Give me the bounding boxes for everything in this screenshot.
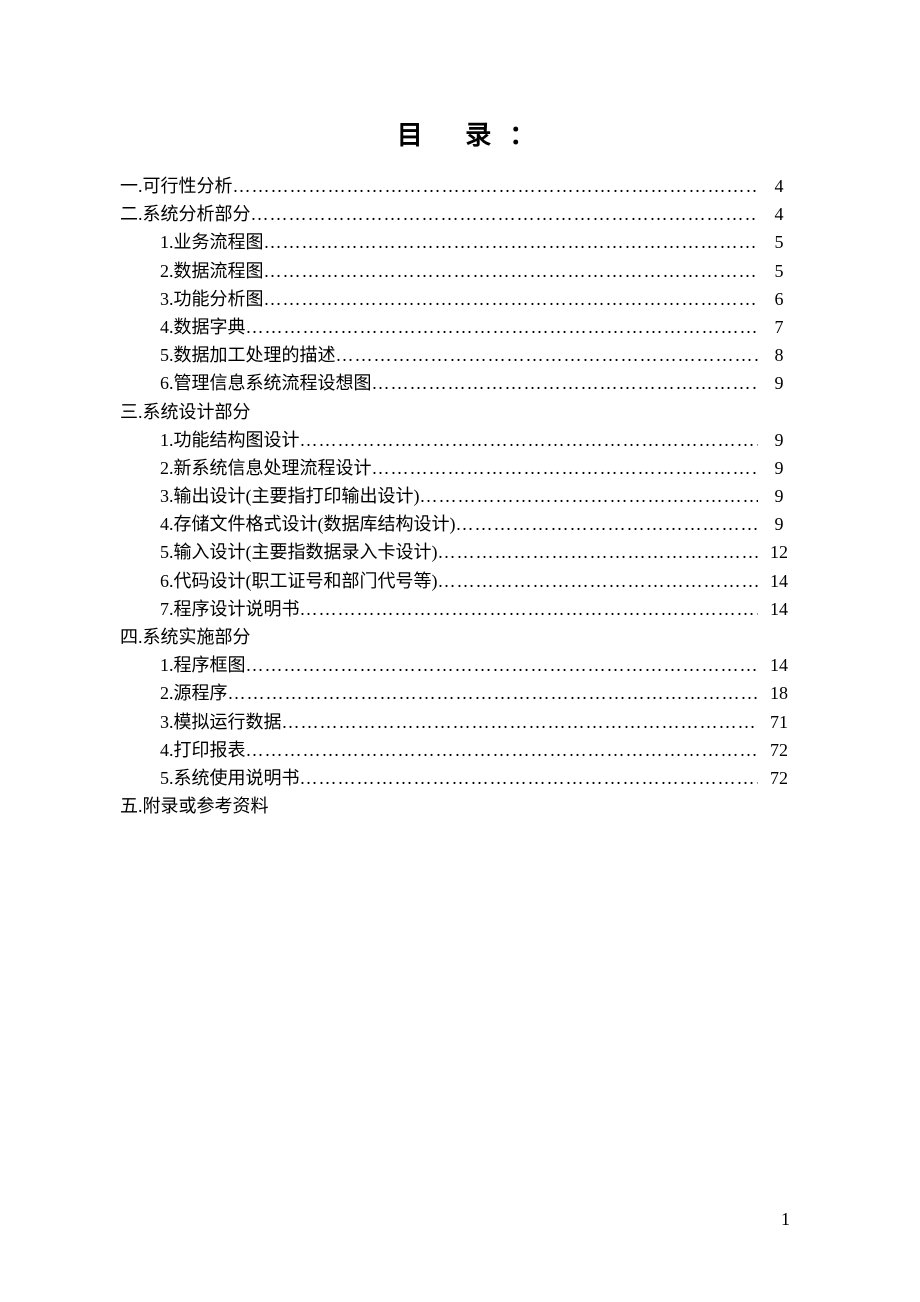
toc-leader-dots: [420, 484, 759, 509]
toc-entry-page: 4: [758, 174, 800, 199]
toc-entry-page: 6: [758, 287, 800, 312]
toc-entry: 3.功能分析图 6: [120, 287, 800, 312]
toc-entry: 6.管理信息系统流程设想图 9: [120, 371, 800, 396]
toc-entry-label: 2.新系统信息处理流程设计: [120, 456, 372, 481]
toc-entry: 五.附录或参考资料: [120, 794, 800, 819]
toc-entry-page: 14: [758, 569, 800, 594]
toc-entry: 5.系统使用说明书 72: [120, 766, 800, 791]
toc-entry-page: 9: [758, 428, 800, 453]
toc-entry-label: 1.业务流程图: [120, 230, 264, 255]
toc-entry: 7.程序设计说明书 14: [120, 597, 800, 622]
toc-leader-dots: [300, 766, 759, 791]
toc-entry-label: 一.可行性分析: [120, 174, 233, 199]
toc-entry: 3.模拟运行数据 71: [120, 710, 800, 735]
toc-entry-page: 9: [758, 456, 800, 481]
toc-entry: 4.数据字典 7: [120, 315, 800, 340]
toc-entry: 1.功能结构图设计 9: [120, 428, 800, 453]
toc-title: 目 录：: [120, 115, 800, 152]
toc-entry: 四.系统实施部分: [120, 625, 800, 650]
toc-leader-dots: [246, 738, 759, 763]
toc-entry-label: 5.数据加工处理的描述: [120, 343, 336, 368]
toc-leader-dots: [246, 653, 759, 678]
toc-entry-page: 8: [758, 343, 800, 368]
toc-entry: 2.源程序 18: [120, 681, 800, 706]
toc-entry-page: 72: [758, 766, 800, 791]
toc-entry: 4.打印报表 72: [120, 738, 800, 763]
toc-entry-label: 1.程序框图: [120, 653, 246, 678]
toc-entry-page: 5: [758, 259, 800, 284]
toc-entry-label: 5.输入设计(主要指数据录入卡设计): [120, 540, 438, 565]
toc-leader-dots: [438, 569, 759, 594]
toc-leader-dots: [300, 597, 759, 622]
toc-entry-page: 14: [758, 597, 800, 622]
toc-entry: 2.新系统信息处理流程设计 9: [120, 456, 800, 481]
toc-leader-dots: [246, 315, 759, 340]
toc-entry-label: 2.源程序: [120, 681, 228, 706]
toc-leader-dots: [228, 681, 759, 706]
toc-entry-label: 四.系统实施部分: [120, 625, 251, 650]
toc-leader-dots: [264, 287, 759, 312]
toc-entry-label: 4.数据字典: [120, 315, 246, 340]
toc-entry-label: 5.系统使用说明书: [120, 766, 300, 791]
toc-entry: 2.数据流程图 5: [120, 259, 800, 284]
toc-entry-page: 9: [758, 484, 800, 509]
toc-entry-label: 1.功能结构图设计: [120, 428, 300, 453]
toc-entry-page: 7: [758, 315, 800, 340]
toc-leader-dots: [251, 202, 759, 227]
toc-entry-label: 7.程序设计说明书: [120, 597, 300, 622]
toc-entry-page: 14: [758, 653, 800, 678]
toc-leader-dots: [456, 512, 759, 537]
toc-leader-dots: [300, 428, 759, 453]
document-page: 目 录： 一.可行性分析 4 二.系统分析部分 4 1.业务流程图 5 2.数据流程图 5 3.…: [0, 0, 920, 882]
toc-leader-dots: [233, 174, 759, 199]
toc-entry-page: 5: [758, 230, 800, 255]
toc-entry-label: 6.管理信息系统流程设想图: [120, 371, 372, 396]
toc-entry-label: 二.系统分析部分: [120, 202, 251, 227]
toc-entry: 5.数据加工处理的描述 8: [120, 343, 800, 368]
toc-entry-page: 9: [758, 512, 800, 537]
toc-entry: 1.程序框图 14: [120, 653, 800, 678]
toc-entry: 三.系统设计部分: [120, 400, 800, 425]
toc-entry-page: 9: [758, 371, 800, 396]
toc-entry-page: 71: [758, 710, 800, 735]
toc-entry-label: 五.附录或参考资料: [120, 794, 269, 819]
toc-entry: 6.代码设计(职工证号和部门代号等) 14: [120, 569, 800, 594]
toc-entry: 3.输出设计(主要指打印输出设计) 9: [120, 484, 800, 509]
toc-entry: 5.输入设计(主要指数据录入卡设计) 12: [120, 540, 800, 565]
toc-entry: 1.业务流程图 5: [120, 230, 800, 255]
page-number: 1: [781, 1209, 790, 1230]
toc-entry-label: 4.打印报表: [120, 738, 246, 763]
toc-leader-dots: [336, 343, 759, 368]
toc-entry-label: 3.功能分析图: [120, 287, 264, 312]
toc-entry: 4.存储文件格式设计(数据库结构设计) 9: [120, 512, 800, 537]
toc-entry-page: 18: [758, 681, 800, 706]
toc-leader-dots: [438, 540, 759, 565]
toc-entry-label: 6.代码设计(职工证号和部门代号等): [120, 569, 438, 594]
table-of-contents: 一.可行性分析 4 二.系统分析部分 4 1.业务流程图 5 2.数据流程图 5 3.功能分析图…: [120, 174, 800, 819]
toc-entry-page: 12: [758, 540, 800, 565]
toc-entry-label: 2.数据流程图: [120, 259, 264, 284]
toc-leader-dots: [264, 230, 759, 255]
toc-leader-dots: [372, 371, 759, 396]
toc-leader-dots: [264, 259, 759, 284]
toc-entry-label: 三.系统设计部分: [120, 400, 251, 425]
toc-entry: 一.可行性分析 4: [120, 174, 800, 199]
toc-leader-dots: [282, 710, 759, 735]
toc-entry-page: 72: [758, 738, 800, 763]
toc-entry-label: 3.输出设计(主要指打印输出设计): [120, 484, 420, 509]
toc-entry-label: 4.存储文件格式设计(数据库结构设计): [120, 512, 456, 537]
toc-entry-page: 4: [758, 202, 800, 227]
toc-entry: 二.系统分析部分 4: [120, 202, 800, 227]
toc-entry-label: 3.模拟运行数据: [120, 710, 282, 735]
toc-leader-dots: [372, 456, 759, 481]
